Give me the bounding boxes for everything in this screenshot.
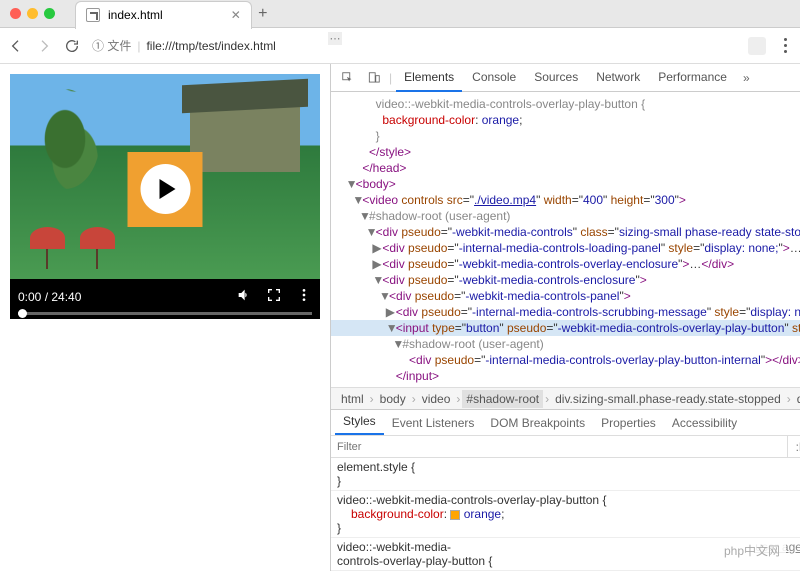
- dom-tree[interactable]: video::-webkit-media-controls-overlay-pl…: [331, 92, 800, 387]
- breadcrumb-item[interactable]: video: [418, 390, 455, 408]
- dom-node[interactable]: </input>: [331, 368, 800, 384]
- dom-node[interactable]: ▶<div pseudo="-internal-media-controls-l…: [331, 240, 800, 256]
- filter-btn[interactable]: :hov: [792, 440, 800, 454]
- styles-tab-dom-breakpoints[interactable]: DOM Breakpoints: [482, 411, 593, 435]
- video-time: 0:00 / 24:40: [18, 290, 81, 304]
- dom-node[interactable]: ▼<div pseudo="-webkit-media-controls-pan…: [331, 288, 800, 304]
- styles-tab-properties[interactable]: Properties: [593, 411, 664, 435]
- more-icon[interactable]: [296, 287, 312, 306]
- extensions-icon[interactable]: [748, 37, 766, 55]
- dom-node[interactable]: ▼<div pseudo="-webkit-media-controls" cl…: [331, 224, 800, 240]
- reload-icon[interactable]: [64, 38, 80, 54]
- devtools-tab-performance[interactable]: Performance: [650, 64, 735, 92]
- dom-node[interactable]: ▼<body>: [331, 176, 800, 192]
- browser-menu-icon[interactable]: [778, 38, 792, 53]
- dom-node[interactable]: ▼<video controls src="./video.mp4" width…: [331, 192, 800, 208]
- dom-node[interactable]: }: [331, 128, 800, 144]
- devtools-tab-console[interactable]: Console: [464, 64, 524, 92]
- devtools-toolbar: | ElementsConsoleSourcesNetworkPerforman…: [331, 64, 800, 92]
- dom-node[interactable]: ▼#shadow-root (user-agent): [331, 208, 800, 224]
- minimize-window-icon[interactable]: [27, 8, 38, 19]
- dom-node[interactable]: </head>: [331, 160, 800, 176]
- dom-node[interactable]: background-color: orange;: [331, 112, 800, 128]
- styles-tab-event-listeners[interactable]: Event Listeners: [384, 411, 483, 435]
- breadcrumb-item[interactable]: #shadow-root: [462, 390, 543, 408]
- address-bar: ① 文件 | file:///tmp/test/index.html: [0, 28, 800, 64]
- collapsed-marker-icon: ⋯: [328, 32, 342, 45]
- dom-node[interactable]: ▶<div pseudo="-internal-media-controls-s…: [331, 304, 800, 320]
- dom-node[interactable]: ▼#shadow-root (user-agent): [331, 336, 800, 352]
- fullscreen-icon[interactable]: [266, 287, 282, 306]
- watermark: php中文网: [718, 540, 786, 561]
- browser-tab[interactable]: index.html ✕: [75, 1, 252, 29]
- url-path: file:///tmp/test/index.html: [146, 39, 275, 53]
- devtools-tabs: ElementsConsoleSourcesNetworkPerformance: [396, 64, 735, 92]
- breadcrumb-item[interactable]: div: [793, 390, 800, 408]
- url-prefix: ① 文件: [92, 37, 131, 54]
- breadcrumb-item[interactable]: body: [376, 390, 410, 408]
- tab-title: index.html: [108, 8, 163, 22]
- window-titlebar: index.html ✕ +: [0, 0, 800, 28]
- maximize-window-icon[interactable]: [44, 8, 55, 19]
- dom-node[interactable]: <div pseudo="-internal-media-controls-ov…: [331, 352, 800, 368]
- file-icon: [86, 8, 100, 22]
- styles-tab-accessibility[interactable]: Accessibility: [664, 411, 745, 435]
- more-tabs-icon[interactable]: »: [743, 71, 750, 85]
- css-rule[interactable]: video::-webkit-media-controls-overlay-pl…: [331, 491, 800, 538]
- styles-tabs: StylesEvent ListenersDOM BreakpointsProp…: [331, 409, 800, 435]
- inspect-icon[interactable]: [337, 67, 359, 89]
- page-viewport: 0:00 / 24:40: [0, 64, 330, 571]
- dom-node[interactable]: ▼<div pseudo="-webkit-media-controls-enc…: [331, 272, 800, 288]
- overlay-play-button[interactable]: [128, 152, 203, 227]
- url-field[interactable]: ① 文件 | file:///tmp/test/index.html: [92, 37, 736, 54]
- dom-node[interactable]: ▶<div pseudo="-webkit-media-controls-ove…: [331, 256, 800, 272]
- dom-node[interactable]: video::-webkit-media-controls-overlay-pl…: [331, 96, 800, 112]
- dom-node[interactable]: </style>: [331, 144, 800, 160]
- forward-icon: [36, 38, 52, 54]
- css-rule[interactable]: element.style {}: [331, 458, 800, 491]
- new-tab-button[interactable]: +: [252, 5, 274, 23]
- volume-icon[interactable]: [236, 287, 252, 306]
- dom-node[interactable]: ▼<input type="button" pseudo="-webkit-me…: [331, 320, 800, 336]
- close-tab-icon[interactable]: ✕: [231, 8, 241, 22]
- back-icon[interactable]: [8, 38, 24, 54]
- video-player[interactable]: 0:00 / 24:40: [10, 74, 320, 319]
- devtools-tab-elements[interactable]: Elements: [396, 64, 462, 92]
- video-progress[interactable]: [18, 312, 312, 315]
- devtools-tab-network[interactable]: Network: [588, 64, 648, 92]
- styles-tab-styles[interactable]: Styles: [335, 409, 384, 435]
- styles-filter-input[interactable]: [331, 441, 787, 453]
- close-window-icon[interactable]: [10, 8, 21, 19]
- devtools-tab-sources[interactable]: Sources: [526, 64, 586, 92]
- breadcrumb-item[interactable]: div.sizing-small.phase-ready.state-stopp…: [551, 390, 785, 408]
- breadcrumb[interactable]: html›body›video›#shadow-root›div.sizing-…: [331, 387, 800, 409]
- devtools-panel: | ElementsConsoleSourcesNetworkPerforman…: [330, 64, 800, 571]
- video-controls: 0:00 / 24:40: [10, 279, 320, 319]
- traffic-lights: [0, 8, 65, 19]
- play-icon: [159, 179, 175, 199]
- breadcrumb-item[interactable]: html: [337, 390, 368, 408]
- device-toggle-icon[interactable]: [363, 67, 385, 89]
